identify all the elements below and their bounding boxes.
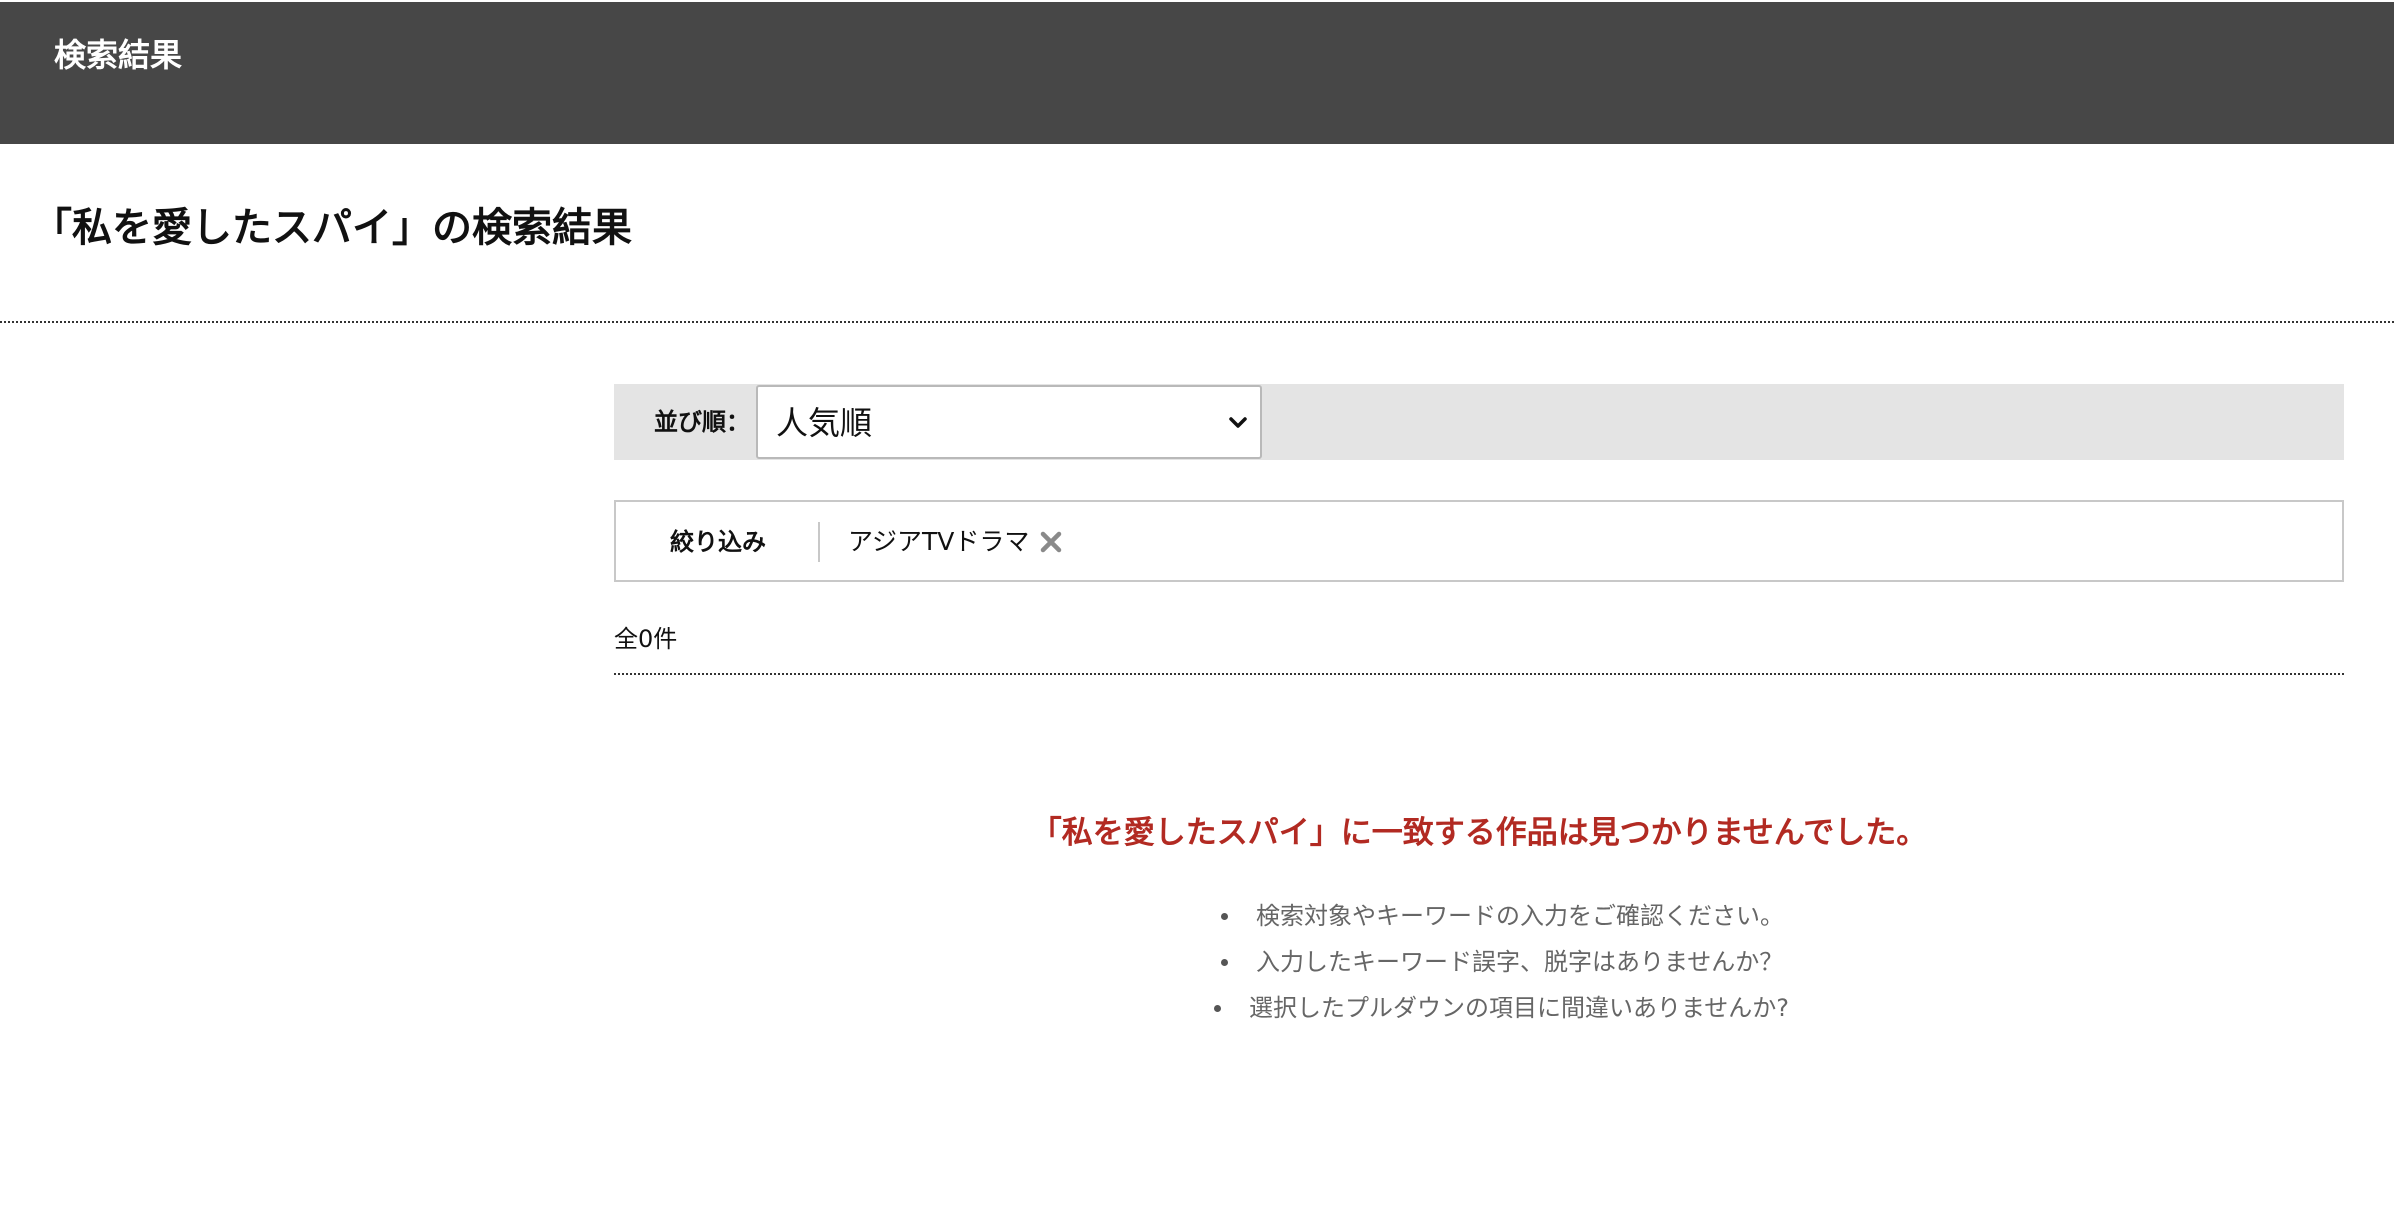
sort-label: 並び順： — [654, 408, 750, 436]
site-header: 検索結果 — [0, 2, 2394, 144]
bullet — [1214, 1005, 1221, 1012]
sort-select-value: 人気順 — [776, 404, 873, 442]
sort-bar: 並び順： 人気順 — [614, 384, 2344, 460]
sort-select[interactable]: 人気順 — [756, 385, 1262, 459]
page-title: 「私を愛したスパイ」の検索結果 — [32, 205, 632, 251]
close-icon[interactable] — [1038, 529, 1064, 555]
bullet — [1221, 913, 1228, 920]
bullet — [1221, 959, 1228, 966]
filter-label: 絞り込み — [670, 528, 766, 556]
results-divider — [614, 673, 2344, 675]
title-divider — [0, 321, 2394, 323]
hint-text: 入力したキーワード誤字、脱字はありませんか？ — [1256, 948, 1784, 976]
hint-text: 検索対象やキーワードの入力をご確認ください。 — [1256, 902, 1784, 930]
no-result-message: 「私を愛したスパイ」に一致する作品は見つかりませんでした。 — [1030, 815, 1928, 851]
filter-tag-label: アジアTVドラマ — [848, 527, 1030, 556]
filter-separator — [818, 522, 820, 562]
chevron-down-icon — [1229, 417, 1247, 428]
hint-text: 選択したプルダウンの項目に間違いありませんか? — [1249, 994, 1790, 1022]
result-count: 全0件 — [614, 625, 678, 653]
filter-box: 絞り込み アジアTVドラマ — [614, 500, 2344, 582]
header-title: 検索結果 — [54, 36, 183, 74]
